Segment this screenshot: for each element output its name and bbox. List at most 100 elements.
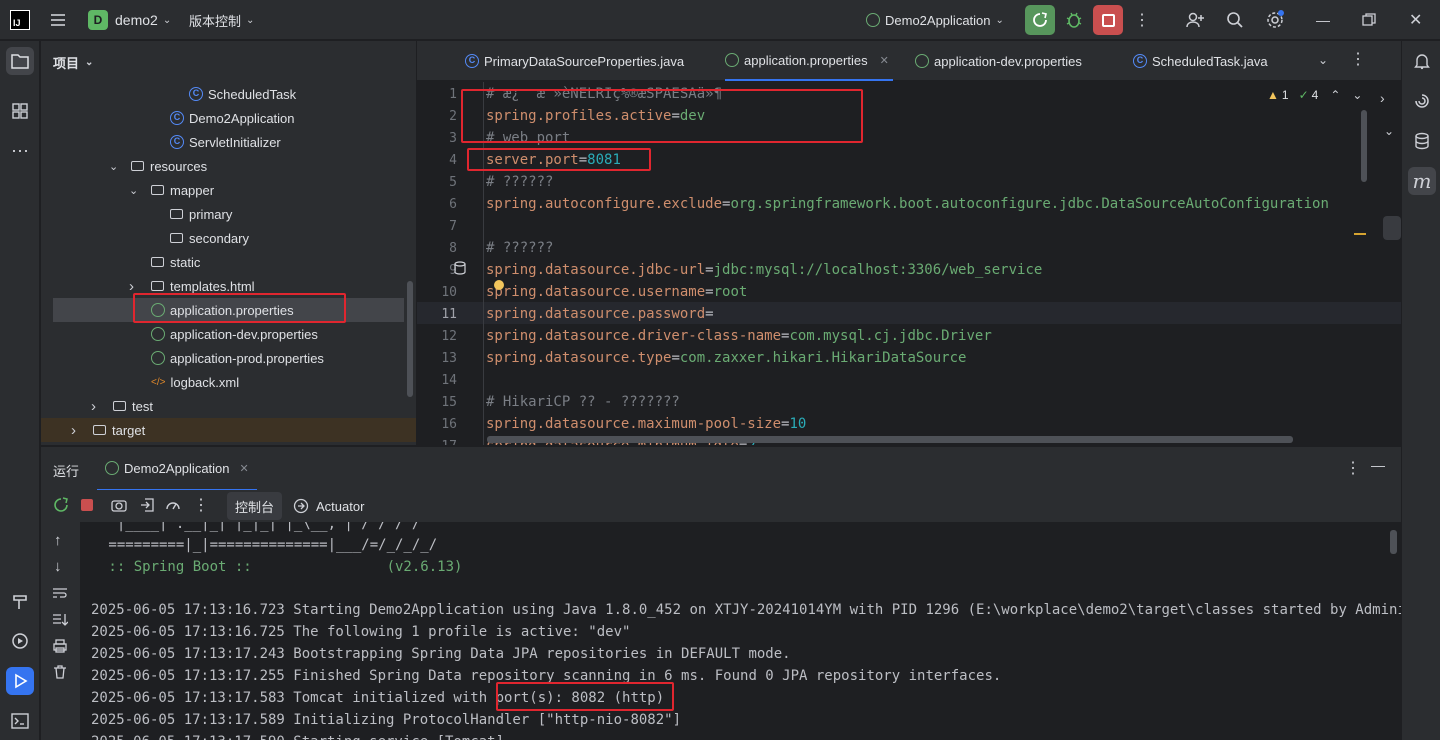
inspection-widget[interactable]: ▲ 1 ✓ 4 ⌃ ⌄: [1267, 88, 1362, 102]
app-logo-icon[interactable]: IJ: [10, 0, 30, 40]
tree-item-test[interactable]: › test: [41, 394, 416, 418]
chevron-down-icon[interactable]: ⌄: [129, 184, 138, 197]
console-side-actions: ↑ ↓: [41, 522, 80, 740]
tree-item-application-prod-properties[interactable]: application-prod.properties: [41, 346, 416, 370]
property-key: spring.datasource.driver-class-name: [486, 328, 782, 344]
build-hammer-icon[interactable]: [6, 588, 34, 616]
main-menu-icon[interactable]: [48, 0, 68, 40]
tab-more-icon[interactable]: ⋮: [1350, 49, 1366, 69]
chevron-down-icon: ⌄: [162, 14, 172, 26]
tree-item-mapper[interactable]: ⌄ mapper: [41, 178, 416, 202]
tree-item-demo2application[interactable]: C Demo2Application: [41, 106, 416, 130]
line-number: 12: [441, 329, 457, 344]
tab-list-chevron-icon[interactable]: ⌄: [1318, 53, 1328, 67]
spring-properties-icon: [151, 327, 165, 341]
tree-item-static[interactable]: static: [41, 250, 416, 274]
notifications-bell-icon[interactable]: [1408, 47, 1436, 75]
scroll-to-end-icon[interactable]: [52, 612, 69, 633]
run-tab-demo2application[interactable]: Demo2Application ✕: [97, 447, 257, 491]
property-value: org.springframework.boot.autoconfigure.j…: [730, 196, 1329, 212]
editor-horizontal-scrollbar[interactable]: [487, 436, 1293, 443]
minimize-icon[interactable]: —: [1316, 0, 1330, 40]
services-icon[interactable]: [6, 627, 34, 655]
editor-tab-application-properties[interactable]: application.properties ✕: [725, 41, 893, 81]
database-icon[interactable]: [1408, 127, 1436, 155]
intention-bulb-icon[interactable]: [494, 280, 504, 290]
more-tools-icon[interactable]: ⋯: [6, 137, 34, 165]
vcs-menu[interactable]: 版本控制 ⌄: [189, 0, 254, 40]
property-key: spring.datasource.maximum-pool-size: [486, 416, 782, 432]
project-selector[interactable]: D demo2 ⌄: [88, 0, 171, 40]
property-key: spring.autoconfigure.exclude: [486, 196, 723, 212]
search-icon[interactable]: [1225, 0, 1245, 40]
minimap-handle[interactable]: [1383, 216, 1401, 240]
tree-item-target[interactable]: › target: [41, 418, 416, 442]
soft-wrap-icon[interactable]: [52, 586, 68, 605]
run-panel-header: 运行 Demo2Application ✕ ⋮ —: [41, 446, 1401, 491]
tree-item-application-dev-properties[interactable]: application-dev.properties: [41, 322, 416, 346]
restore-icon[interactable]: [1362, 0, 1376, 40]
tree-item-label: test: [132, 398, 153, 414]
hide-panel-icon[interactable]: —: [1371, 457, 1385, 473]
chevron-right-icon[interactable]: ›: [91, 398, 96, 415]
toolbar-more-icon[interactable]: ⋮: [193, 495, 209, 515]
chevron-right-icon[interactable]: ›: [129, 278, 134, 295]
rerun-icon[interactable]: [53, 497, 69, 518]
stop-button[interactable]: [1093, 0, 1123, 40]
run-panel-more-icon[interactable]: ⋮: [1345, 458, 1361, 478]
tree-item-label: primary: [189, 206, 233, 222]
structure-icon[interactable]: [6, 97, 34, 125]
close-tab-icon[interactable]: ✕: [880, 54, 889, 67]
scroll-up-arrow-icon[interactable]: ↑: [54, 532, 62, 549]
tree-item-logback-xml[interactable]: </> logback.xml: [41, 370, 416, 394]
code-editor[interactable]: 1 # æ¿ æ »èNELRIç%®æSPAESAä»¶ 2 spring.prof…: [417, 82, 1401, 445]
ai-assistant-icon[interactable]: [1408, 87, 1436, 115]
print-icon[interactable]: [52, 638, 68, 659]
chevron-right-icon[interactable]: ›: [71, 422, 76, 439]
chevron-down-icon[interactable]: ⌄: [109, 160, 118, 173]
line-number: 10: [441, 285, 457, 300]
tree-item-secondary[interactable]: secondary: [41, 226, 416, 250]
scroll-down-arrow-icon[interactable]: ↓: [54, 558, 62, 575]
settings-gear-icon[interactable]: [1265, 0, 1285, 40]
tree-item-scheduledtask[interactable]: C ScheduledTask: [41, 82, 416, 106]
console-output[interactable]: |____| .__|_| |_|_| |_\__, | / / / / ===…: [80, 522, 1401, 740]
project-folder-icon[interactable]: [6, 47, 34, 75]
gauge-icon[interactable]: [165, 497, 181, 518]
debug-button[interactable]: [1064, 0, 1084, 40]
rerun-button[interactable]: [1025, 0, 1055, 40]
tab-actuator[interactable]: Actuator: [293, 492, 364, 520]
class-icon: C: [170, 135, 184, 149]
datasource-gutter-icon[interactable]: [453, 261, 467, 280]
editor-vertical-scrollbar[interactable]: [1361, 110, 1367, 182]
project-panel-header[interactable]: 项目 ⌄: [53, 53, 93, 72]
close-tab-icon[interactable]: ✕: [240, 462, 249, 475]
editor-tab-application-dev-properties[interactable]: application-dev.properties: [915, 41, 1082, 81]
terminal-icon[interactable]: [6, 707, 34, 735]
editor-tab-label: PrimaryDataSourceProperties.java: [484, 53, 685, 69]
stop-icon[interactable]: [81, 499, 93, 511]
console-scrollbar[interactable]: [1390, 530, 1397, 554]
tab-console[interactable]: 控制台: [227, 492, 283, 520]
tree-item-resources[interactable]: ⌄ resources: [41, 154, 416, 178]
run-config-selector[interactable]: Demo2Application ⌄: [866, 0, 1004, 40]
run-tool-icon[interactable]: [6, 667, 34, 695]
camera-icon[interactable]: [111, 498, 127, 517]
close-icon[interactable]: ✕: [1409, 0, 1422, 40]
editor-tab-label: application.properties: [744, 52, 868, 68]
chevron-down-icon: ⌄: [246, 14, 255, 26]
editor-tab-primarydatasourceproperties-java[interactable]: C PrimaryDataSourceProperties.java: [465, 41, 684, 81]
tree-item-servletinitializer[interactable]: C ServletInitializer: [41, 130, 416, 154]
more-actions-icon[interactable]: ⋮: [1134, 0, 1150, 40]
editor-tab-scheduledtask-java[interactable]: C ScheduledTask.java: [1133, 41, 1268, 81]
right-tool-strip: m: [1401, 41, 1440, 740]
add-user-icon[interactable]: [1185, 0, 1205, 40]
project-panel: 项目 ⌄ C ScheduledTask C Demo2Application C Ser…: [41, 41, 416, 445]
tree-item-primary[interactable]: primary: [41, 202, 416, 226]
trash-icon[interactable]: [52, 664, 68, 685]
maven-icon[interactable]: m: [1408, 167, 1436, 195]
exit-icon[interactable]: [139, 497, 155, 518]
expand-right-chevron-icon[interactable]: ›: [1380, 90, 1385, 106]
property-value: com.zaxxer.hikari.HikariDataSource: [679, 350, 967, 366]
collapse-chevron-icon[interactable]: ⌄: [1384, 124, 1394, 138]
